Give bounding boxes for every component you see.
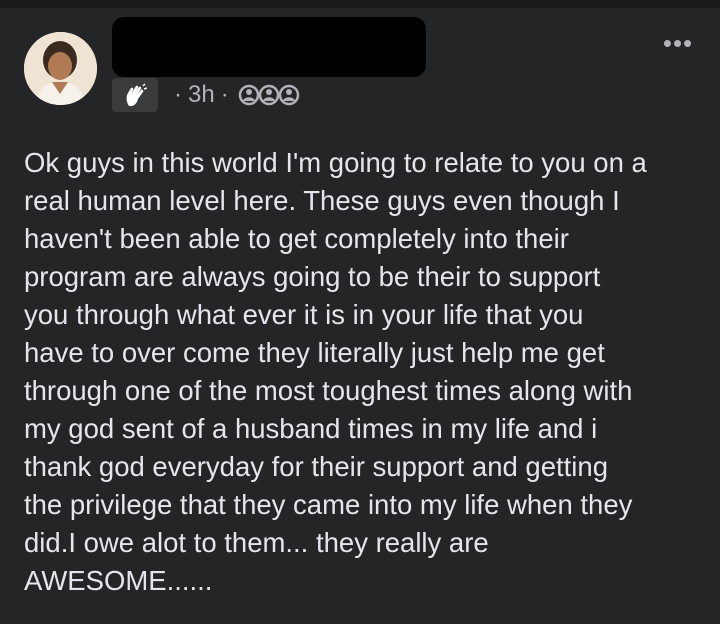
post-time[interactable]: 3h	[188, 81, 215, 109]
wave-hand-icon	[126, 83, 148, 107]
post-body-text: Ok guys in this world I'm going to relat…	[24, 147, 647, 596]
group-icon[interactable]	[237, 81, 301, 109]
post-meta: · 3h ·	[112, 78, 301, 112]
top-bar	[0, 0, 720, 8]
meta-separator: ·	[220, 81, 229, 108]
wave-badge[interactable]	[112, 78, 158, 112]
redacted-author-name	[112, 17, 426, 77]
post-card: ••• · 3h · Ok guys in this world I'm goi…	[0, 8, 720, 624]
more-dots-icon: •••	[662, 28, 694, 58]
avatar[interactable]	[24, 32, 97, 105]
avatar-image	[24, 32, 97, 105]
meta-separator: ·	[174, 81, 182, 108]
more-options-button[interactable]: •••	[660, 30, 696, 56]
